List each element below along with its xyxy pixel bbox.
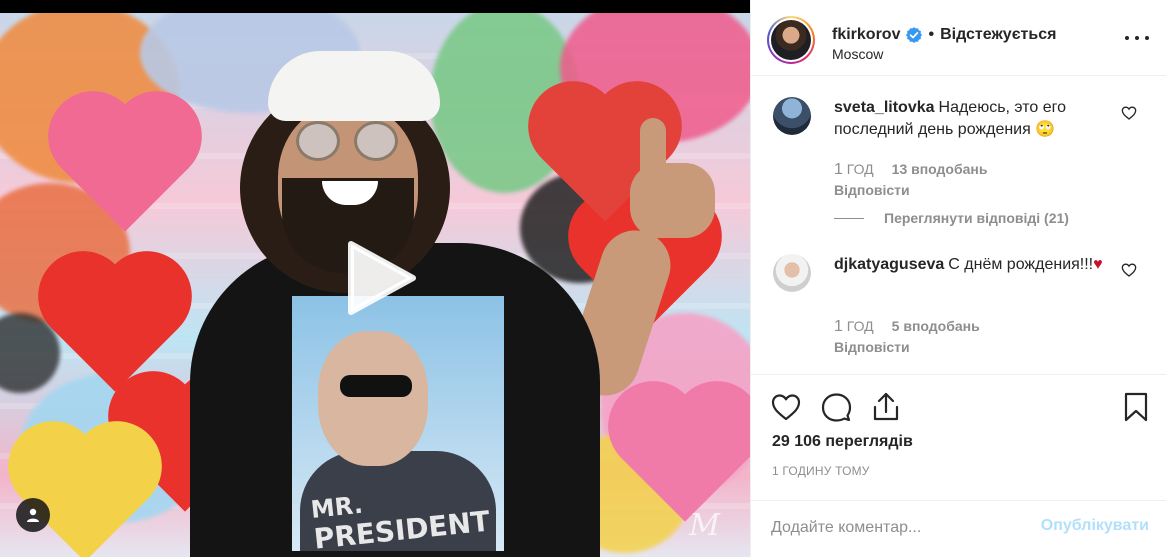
- post-media[interactable]: MR. PRESIDENT M: [0, 0, 750, 557]
- comment-likes-count[interactable]: 13 вподобань: [892, 161, 988, 177]
- commenter-avatar[interactable]: [773, 97, 811, 135]
- bookmark-icon[interactable]: [1120, 391, 1152, 423]
- more-options-icon: [1125, 36, 1129, 40]
- reply-button[interactable]: Відповісти: [834, 182, 910, 198]
- comment-text: С днём рождения!!!: [948, 256, 1094, 273]
- commenter-username[interactable]: sveta_litovka: [834, 99, 935, 116]
- comment-item: sveta_litovka Надеюсь, это его последний …: [767, 97, 1151, 247]
- replies-divider-line: [834, 217, 864, 219]
- heart-emoji: ♥: [1093, 256, 1103, 273]
- author-avatar[interactable]: [767, 16, 815, 64]
- more-options-button[interactable]: [1125, 30, 1149, 46]
- like-heart-icon[interactable]: [770, 391, 802, 423]
- post-actions: 29 106 переглядів 1 ГОДИНУ ТОМУ: [751, 374, 1166, 510]
- post-header: fkirkorov • Відстежується Moscow: [751, 0, 1166, 76]
- comment-meta: 1 ГОД 13 вподобань: [834, 161, 987, 179]
- play-icon: [348, 241, 416, 315]
- reply-button[interactable]: Відповісти: [834, 339, 910, 355]
- post-side-panel: fkirkorov • Відстежується Moscow sveta_l…: [750, 0, 1166, 557]
- following-button[interactable]: Відстежується: [940, 26, 1056, 44]
- comment-like-heart-icon[interactable]: [1121, 262, 1137, 278]
- comment-like-heart-icon[interactable]: [1121, 105, 1137, 121]
- play-button[interactable]: [337, 236, 421, 320]
- comment-meta: 1 ГОД 5 вподобань: [834, 318, 980, 336]
- share-icon[interactable]: [870, 391, 902, 423]
- comment-time: 1 ГОД: [834, 318, 874, 335]
- comment-likes-count[interactable]: 5 вподобань: [892, 318, 980, 334]
- post-time-ago[interactable]: 1 ГОДИНУ ТОМУ: [772, 464, 870, 478]
- author-username[interactable]: fkirkorov: [832, 26, 900, 44]
- verified-badge-icon: [906, 27, 923, 43]
- user-tag-icon: [27, 508, 39, 522]
- publish-comment-button[interactable]: Опублікувати: [1041, 517, 1149, 535]
- comment-input[interactable]: [771, 517, 1021, 539]
- view-replies-label: Переглянути відповіді (21): [884, 210, 1069, 226]
- comment-time: 1 ГОД: [834, 161, 874, 178]
- post-location[interactable]: Moscow: [832, 46, 883, 62]
- comment-item: djkatyaguseva С днём рождения!!!♥ 1 ГОД 5…: [767, 254, 1151, 364]
- watermark: M: [689, 508, 720, 543]
- user-tags-button[interactable]: [16, 498, 50, 532]
- views-count[interactable]: 29 106 переглядів: [772, 433, 913, 451]
- comments-list: sveta_litovka Надеюсь, это его последний …: [751, 77, 1166, 373]
- commenter-avatar[interactable]: [773, 254, 811, 292]
- add-comment-bar: Опублікувати: [751, 500, 1166, 557]
- commenter-username[interactable]: djkatyaguseva: [834, 256, 944, 273]
- comment-text-block: djkatyaguseva С днём рождения!!!♥: [834, 254, 1114, 276]
- view-replies-button[interactable]: Переглянути відповіді (21): [834, 210, 1069, 226]
- comment-icon[interactable]: [820, 391, 852, 423]
- separator-dot: •: [928, 26, 935, 43]
- comment-text-block: sveta_litovka Надеюсь, это его последний …: [834, 97, 1114, 141]
